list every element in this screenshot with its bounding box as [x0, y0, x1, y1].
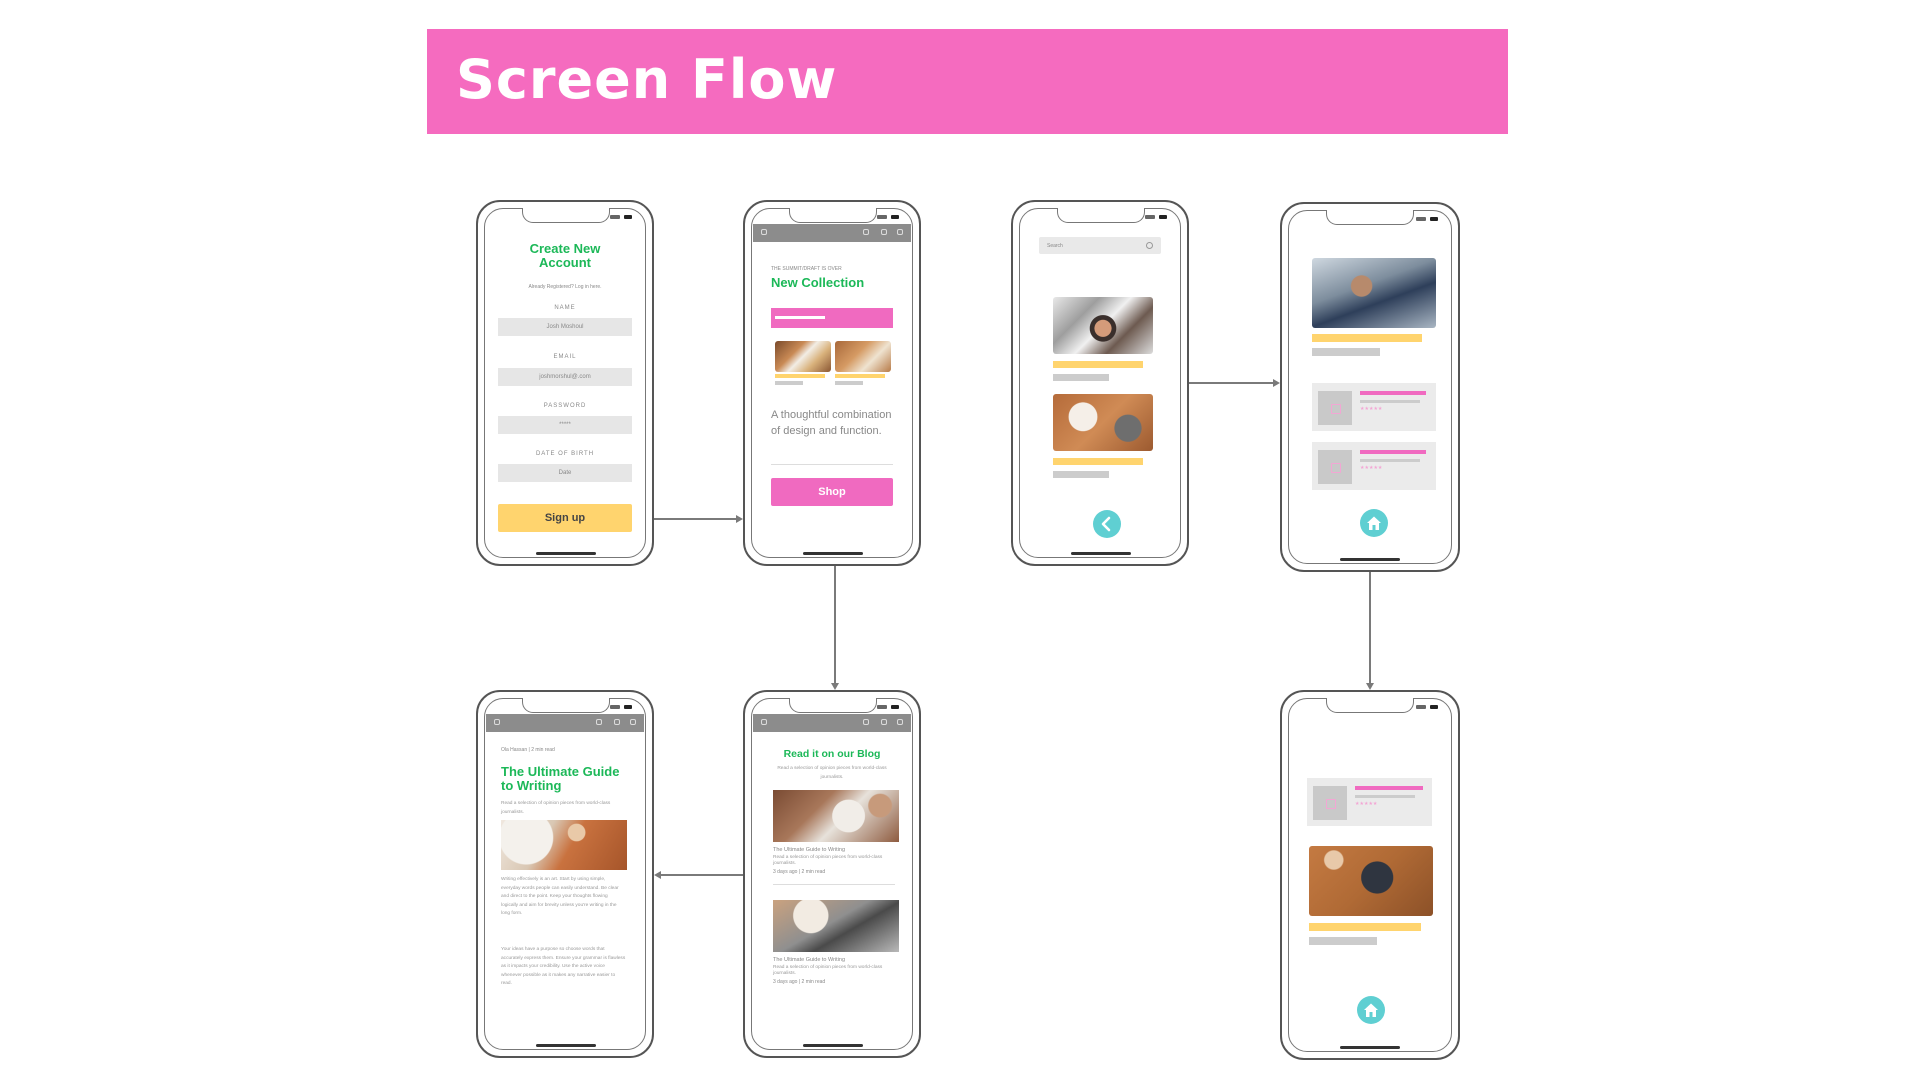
rating-stars: ★★★★★: [1355, 801, 1378, 807]
email-field[interactable]: joshmorshul@.com: [498, 368, 632, 386]
blog-subtitle: Read a selection of opinion pieces from …: [777, 766, 887, 780]
product-photo-cards[interactable]: [835, 341, 891, 372]
menu-icon[interactable]: [761, 719, 767, 725]
person-phone-photo[interactable]: [1312, 258, 1436, 328]
article-screen: Ola Hassan | 2 min read The Ultimate Gui…: [486, 714, 644, 1042]
article-title: The Ultimate Guide to Writing: [501, 764, 620, 793]
product-card[interactable]: ★★★★★: [1307, 778, 1432, 826]
image-icon: [1313, 786, 1347, 820]
page-title: Screen Flow: [456, 48, 838, 111]
team-photo[interactable]: [1053, 297, 1153, 354]
name-field[interactable]: Josh Moshoul: [498, 318, 632, 336]
blog-post-title[interactable]: The Ultimate Guide to Writing: [773, 846, 895, 855]
laptop-photo[interactable]: [1309, 846, 1433, 916]
collection-screen: THE SUMMIT/DRAFT IS OVER New Collection …: [753, 224, 911, 550]
product-photo-notebook[interactable]: [775, 341, 831, 372]
article-kicker: Ola Hassan | 2 min read: [501, 747, 555, 753]
share-icon[interactable]: [881, 229, 887, 235]
desk-photo[interactable]: [1053, 394, 1153, 451]
image-icon: [1318, 391, 1352, 425]
bell-icon[interactable]: [596, 719, 602, 725]
back-button[interactable]: [1093, 510, 1121, 538]
blog-post-desc: Read a selection of opinion pieces from …: [773, 855, 883, 866]
home-button[interactable]: [1357, 996, 1385, 1024]
arrow-collection-to-blog: [834, 566, 836, 683]
search-bar[interactable]: Search: [1039, 237, 1161, 254]
search-icon[interactable]: [897, 719, 903, 725]
image-icon: [1318, 450, 1352, 484]
menu-icon[interactable]: [494, 719, 500, 725]
arrow-search-to-home: [1189, 382, 1273, 384]
blog-post-photo[interactable]: [773, 790, 899, 842]
app-topbar: [753, 224, 911, 242]
phone-article: Ola Hassan | 2 min read The Ultimate Gui…: [476, 690, 654, 1058]
menu-icon[interactable]: [761, 229, 767, 235]
app-topbar: [486, 714, 644, 732]
home-icon: [1367, 516, 1381, 530]
chevron-left-icon: [1101, 516, 1111, 532]
rating-stars: ★★★★★: [1360, 465, 1383, 471]
promo-banner[interactable]: [771, 308, 893, 328]
share-icon[interactable]: [881, 719, 887, 725]
collection-kicker: THE SUMMIT/DRAFT IS OVER: [771, 266, 842, 272]
blog-post-meta: 3 days ago | 2 min read: [773, 869, 826, 875]
phone-blog: Read it on our Blog Read a selection of …: [743, 690, 921, 1058]
phone-home-a: ★★★★★ ★★★★★: [1280, 202, 1460, 572]
bell-icon[interactable]: [863, 229, 869, 235]
search-icon[interactable]: [630, 719, 636, 725]
password-field[interactable]: *****: [498, 416, 632, 434]
password-label: PASSWORD: [543, 403, 587, 409]
blog-post-meta: 3 days ago | 2 min read: [773, 979, 826, 985]
blog-post-photo[interactable]: [773, 900, 899, 952]
name-label: NAME: [554, 305, 576, 311]
search-icon[interactable]: [1146, 242, 1153, 249]
collection-title: New Collection: [771, 275, 865, 290]
collection-tagline: A thoughtful combination of design and f…: [771, 409, 892, 437]
search-icon[interactable]: [897, 229, 903, 235]
product-card[interactable]: ★★★★★: [1312, 442, 1436, 490]
article-body-1: Writing effectively is an art. Start by …: [501, 877, 619, 917]
signup-title: Create New Account: [529, 241, 601, 270]
phone-search: Search: [1011, 200, 1189, 566]
login-link[interactable]: Already Registered? Log in here.: [486, 284, 644, 290]
email-label: EMAIL: [553, 354, 577, 360]
home-button[interactable]: [1360, 509, 1388, 537]
blog-post-desc: Read a selection of opinion pieces from …: [773, 965, 883, 976]
phone-collection: THE SUMMIT/DRAFT IS OVER New Collection …: [743, 200, 921, 566]
article-subtitle: Read a selection of opinion pieces from …: [501, 801, 611, 815]
arrow-blog-to-article: [661, 874, 743, 876]
arrow-home-to-home-b: [1369, 572, 1371, 683]
search-placeholder: Search: [1047, 243, 1063, 249]
signup-screen: Create New Account Already Registered? L…: [486, 224, 644, 550]
dob-field[interactable]: Date: [498, 464, 632, 482]
writing-photo: [501, 820, 627, 870]
blog-screen: Read it on our Blog Read a selection of …: [753, 714, 911, 1042]
home-a-screen: ★★★★★ ★★★★★: [1290, 226, 1450, 556]
blog-post-title[interactable]: The Ultimate Guide to Writing: [773, 956, 895, 965]
phone-home-b: ★★★★★: [1280, 690, 1460, 1060]
search-screen: Search: [1021, 224, 1179, 550]
product-card[interactable]: ★★★★★: [1312, 383, 1436, 431]
dob-label: DATE OF BIRTH: [535, 451, 595, 457]
home-b-screen: ★★★★★: [1290, 714, 1450, 1044]
signup-button[interactable]: Sign up: [498, 504, 632, 532]
arrow-signup-to-collection: [654, 518, 736, 520]
shop-button[interactable]: Shop: [771, 478, 893, 506]
share-icon[interactable]: [614, 719, 620, 725]
blog-title: Read it on our Blog: [783, 748, 881, 760]
article-body-2: Your ideas have a purpose so choose word…: [501, 947, 626, 987]
home-icon: [1364, 1003, 1378, 1017]
bell-icon[interactable]: [863, 719, 869, 725]
rating-stars: ★★★★★: [1360, 406, 1383, 412]
title-banner: Screen Flow: [427, 29, 1508, 134]
phone-signup: Create New Account Already Registered? L…: [476, 200, 654, 566]
app-topbar: [753, 714, 911, 732]
